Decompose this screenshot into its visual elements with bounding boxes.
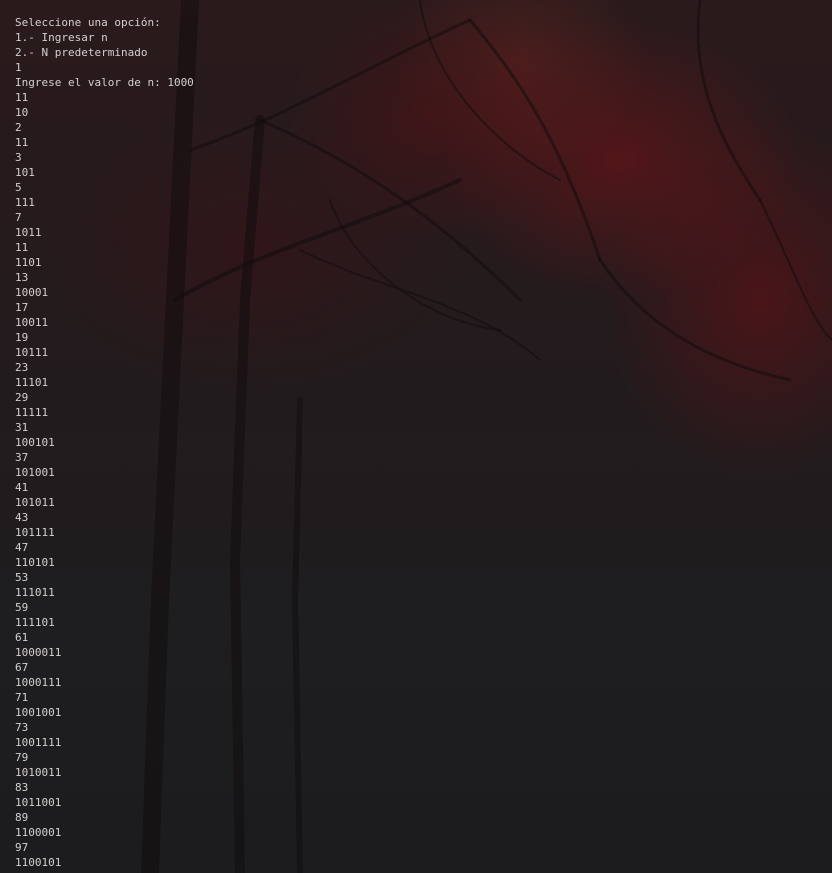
console-line: 17 [15, 301, 29, 314]
console-line: 71 [15, 691, 29, 704]
console-line: 73 [15, 721, 29, 734]
console-line: 43 [15, 511, 29, 524]
console-line: 3 [15, 151, 22, 164]
console-line: 101011 [15, 496, 55, 509]
console-line: 110101 [15, 556, 55, 569]
terminal-window[interactable]: Seleccione una opción: 1.- Ingresar n 2.- … [0, 0, 832, 873]
console-line: 53 [15, 571, 29, 584]
console-line: 97 [15, 841, 29, 854]
console-line: 61 [15, 631, 29, 644]
console-line: 101 [15, 166, 35, 179]
console-line: 41 [15, 481, 29, 494]
console-line: 7 [15, 211, 22, 224]
console-line: 1100101 [15, 856, 62, 869]
console-line: 1.- Ingresar n [15, 31, 108, 44]
console-line: 1010011 [15, 766, 62, 779]
console-line: 1000111 [15, 676, 62, 689]
console-line: 1101 [15, 256, 42, 269]
console-line: 2 [15, 121, 22, 134]
console-line: 1011 [15, 226, 42, 239]
console-line: Ingrese el valor de n: 1000 [15, 76, 194, 89]
console-line: Seleccione una opción: [15, 16, 161, 29]
console-line: 1100001 [15, 826, 62, 839]
console-line: 89 [15, 811, 29, 824]
console-line: 11 [15, 241, 29, 254]
console-line: 23 [15, 361, 29, 374]
console-line: 10011 [15, 316, 49, 329]
console-line: 1001001 [15, 706, 62, 719]
console-line: 67 [15, 661, 29, 674]
console-line: 11101 [15, 376, 49, 389]
console-line: 10001 [15, 286, 49, 299]
console-line: 13 [15, 271, 29, 284]
console-line: 1 [15, 61, 22, 74]
console-line: 100101 [15, 436, 55, 449]
console-line: 10111 [15, 346, 49, 359]
console-line: 31 [15, 421, 29, 434]
console-line: 111011 [15, 586, 55, 599]
console-line: 79 [15, 751, 29, 764]
console-line: 11 [15, 91, 29, 104]
console-line: 10 [15, 106, 29, 119]
console-line: 101111 [15, 526, 55, 539]
console-line: 1001111 [15, 736, 62, 749]
console-line: 101001 [15, 466, 55, 479]
console-line: 11111 [15, 406, 49, 419]
console-line: 5 [15, 181, 22, 194]
console-line: 1011001 [15, 796, 62, 809]
console-line: 111 [15, 196, 35, 209]
console-line: 19 [15, 331, 29, 344]
console-line: 47 [15, 541, 29, 554]
console-line: 1000011 [15, 646, 62, 659]
console-line: 59 [15, 601, 29, 614]
console-line: 37 [15, 451, 29, 464]
console-line: 29 [15, 391, 29, 404]
console-line: 83 [15, 781, 29, 794]
console-line: 2.- N predeterminado [15, 46, 148, 59]
console-line: 111101 [15, 616, 55, 629]
console-output: Seleccione una opción: 1.- Ingresar n 2.- … [15, 15, 194, 870]
console-line: 11 [15, 136, 29, 149]
